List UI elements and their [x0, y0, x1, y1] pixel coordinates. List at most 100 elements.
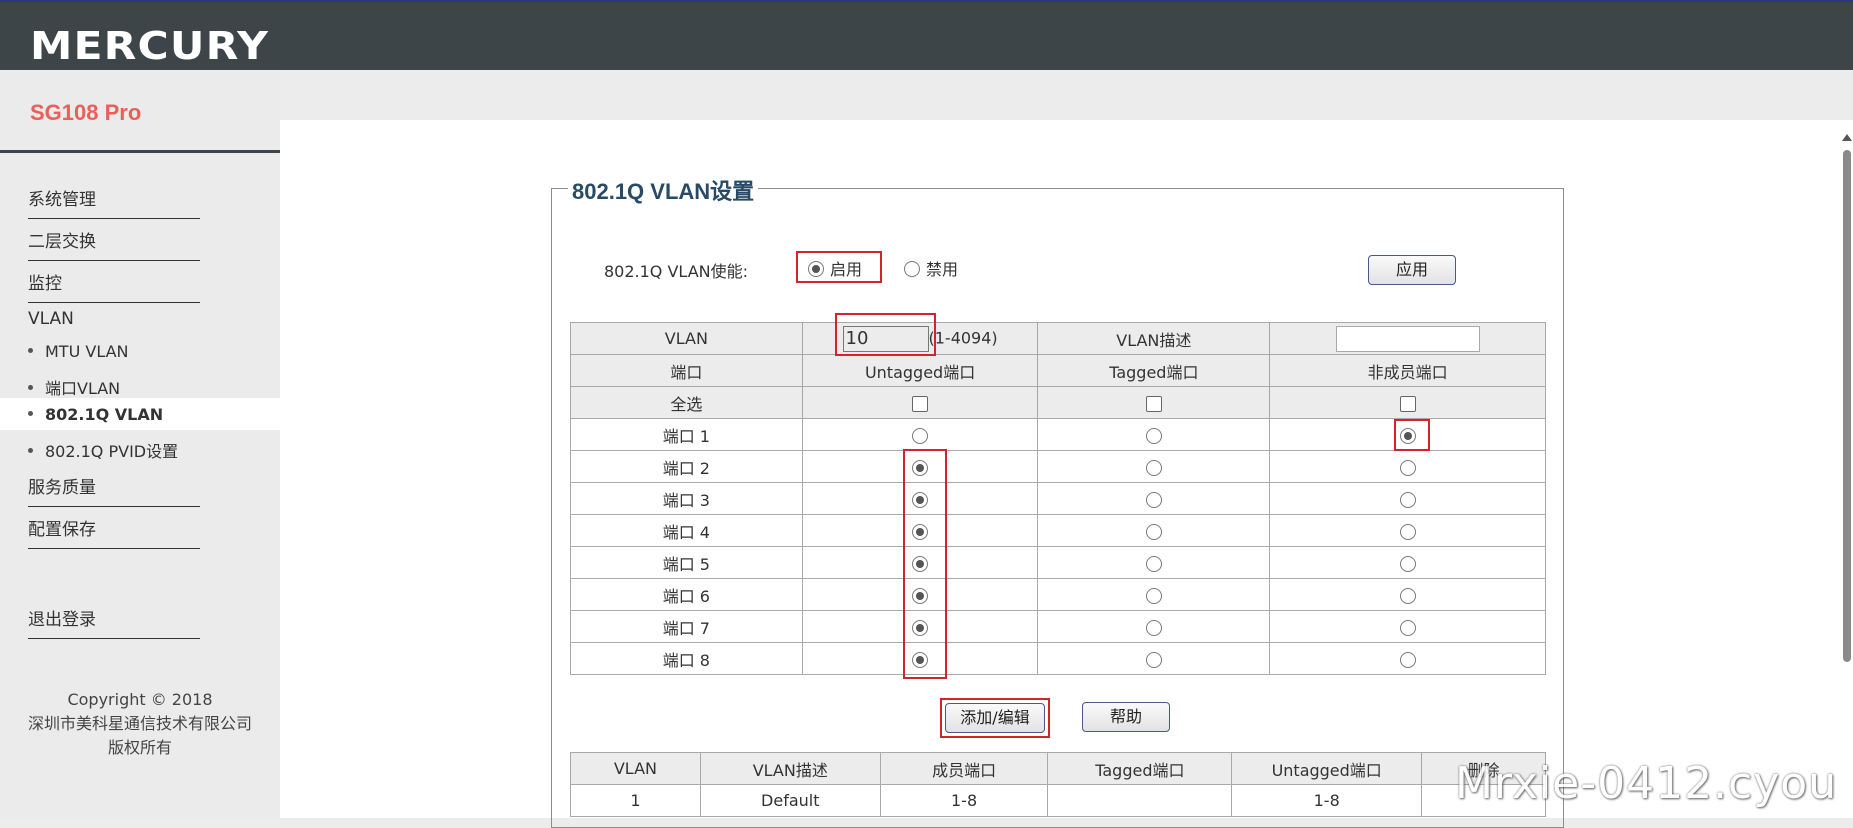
select-all-label: 全选	[570, 386, 803, 419]
sidebar-item-mtu-vlan[interactable]: MTU VLAN	[28, 342, 129, 361]
cell-tagged	[1047, 784, 1233, 817]
table-header-row: VLAN VLAN描述 成员端口 Tagged端口 Untagged端口 删除	[570, 752, 1546, 785]
vlan-id-label: VLAN	[570, 322, 803, 355]
sidebar-item-qos[interactable]: 服务质量	[28, 473, 200, 507]
cell-vlan: 1	[570, 784, 701, 817]
col-untagged: Untagged端口	[1231, 752, 1423, 785]
nonmember-radio[interactable]	[1399, 555, 1416, 572]
nonmember-radio[interactable]	[1399, 491, 1416, 508]
port-row: 端口 7	[570, 610, 1546, 643]
table-row: 1 Default 1-8 1-8	[570, 784, 1546, 817]
bullet-icon	[28, 411, 33, 416]
untagged-header: Untagged端口	[801, 354, 1039, 387]
sidebar: SG108 Pro 系统管理 二层交换 监控 VLAN MTU VLAN 端口V…	[0, 70, 280, 818]
table-header-row: 端口 Untagged端口 Tagged端口 非成员端口	[570, 354, 1546, 387]
sidebar-item-l2-switching[interactable]: 二层交换	[28, 227, 200, 261]
scroll-up-icon[interactable]	[1842, 134, 1852, 141]
cell-desc: Default	[699, 784, 881, 817]
watermark: Mrxie-0412.cyou	[1455, 758, 1838, 809]
port-row: 端口 5	[570, 546, 1546, 579]
port-label: 端口 2	[570, 450, 803, 483]
nonmember-radio[interactable]	[1399, 651, 1416, 668]
port-label: 端口 7	[570, 610, 803, 643]
port-label: 端口 4	[570, 514, 803, 547]
vlan-desc-label: VLAN描述	[1037, 322, 1271, 355]
untagged-radio[interactable]	[912, 555, 929, 572]
port-row: 端口 4	[570, 514, 1546, 547]
sidebar-item-pvid-settings[interactable]: 802.1Q PVID设置	[28, 438, 178, 462]
vlan-list-table: VLAN VLAN描述 成员端口 Tagged端口 Untagged端口 删除 …	[570, 752, 1546, 817]
nonmember-radio[interactable]	[1399, 459, 1416, 476]
brand-logo: MERCURY	[30, 24, 270, 68]
bullet-icon	[28, 385, 33, 390]
port-row: 端口 3	[570, 482, 1546, 515]
port-row: 端口 1	[570, 418, 1546, 451]
disable-radio-option[interactable]: 禁用	[904, 256, 958, 280]
port-label: 端口 5	[570, 546, 803, 579]
panel-title: 802.1Q VLAN设置	[568, 174, 759, 206]
col-tagged: Tagged端口	[1047, 752, 1233, 785]
enable-label: 802.1Q VLAN使能:	[604, 262, 749, 281]
scroll-thumb[interactable]	[1843, 150, 1851, 662]
enable-radio[interactable]	[808, 260, 824, 277]
sidebar-item-port-vlan[interactable]: 端口VLAN	[28, 375, 120, 399]
tagged-header: Tagged端口	[1037, 354, 1271, 387]
tagged-radio[interactable]	[1145, 619, 1162, 636]
sidebar-item-save-config[interactable]: 配置保存	[28, 515, 200, 549]
tagged-radio[interactable]	[1145, 523, 1162, 540]
port-label: 端口 3	[570, 482, 803, 515]
port-row: 端口 8	[570, 642, 1546, 675]
port-label: 端口 1	[570, 418, 803, 451]
sidebar-item-monitor[interactable]: 监控	[28, 269, 200, 303]
select-all-tagged-checkbox[interactable]	[1145, 395, 1162, 412]
nonmember-radio[interactable]	[1399, 523, 1416, 540]
untagged-radio[interactable]	[912, 619, 929, 636]
nonmember-radio[interactable]	[1399, 619, 1416, 636]
nonmember-radio[interactable]	[1399, 427, 1416, 444]
untagged-radio[interactable]	[912, 523, 929, 540]
sidebar-group-vlan[interactable]: VLAN	[28, 309, 74, 329]
disable-radio[interactable]	[904, 260, 920, 277]
cell-untagged: 1-8	[1231, 784, 1423, 817]
add-edit-button[interactable]: 添加/编辑	[945, 703, 1045, 733]
model-name: SG108 Pro	[30, 100, 142, 125]
port-row: 端口 6	[570, 578, 1546, 611]
tagged-radio[interactable]	[1145, 555, 1162, 572]
apply-button[interactable]: 应用	[1368, 255, 1456, 285]
untagged-radio[interactable]	[912, 491, 929, 508]
sidebar-item-logout[interactable]: 退出登录	[28, 605, 200, 639]
vlan-id-cell: 10 (1-4094)	[801, 322, 1039, 355]
untagged-radio[interactable]	[912, 651, 929, 668]
port-label: 端口 6	[570, 578, 803, 611]
tagged-radio[interactable]	[1145, 491, 1162, 508]
tagged-radio[interactable]	[1145, 587, 1162, 604]
copyright: Copyright © 2018 深圳市美科星通信技术有限公司 版权所有	[27, 690, 252, 757]
vlan-id-input[interactable]: 10	[842, 325, 929, 352]
tagged-radio[interactable]	[1145, 459, 1162, 476]
tagged-radio[interactable]	[1145, 427, 1162, 444]
col-members: 成员端口	[879, 752, 1049, 785]
select-all-nonmember-checkbox[interactable]	[1399, 395, 1416, 412]
vlan-desc-cell	[1269, 322, 1546, 355]
vertical-scrollbar[interactable]	[1840, 128, 1853, 818]
cell-members: 1-8	[879, 784, 1049, 817]
vlan-desc-input[interactable]	[1335, 325, 1480, 352]
nonmember-radio[interactable]	[1399, 587, 1416, 604]
enable-radio-option[interactable]: 启用	[808, 256, 862, 280]
col-vlan: VLAN	[570, 752, 701, 785]
untagged-radio[interactable]	[912, 459, 929, 476]
untagged-radio[interactable]	[912, 587, 929, 604]
untagged-radio[interactable]	[912, 427, 929, 444]
bullet-icon	[28, 448, 33, 453]
col-desc: VLAN描述	[699, 752, 881, 785]
tagged-radio[interactable]	[1145, 651, 1162, 668]
sidebar-item-system[interactable]: 系统管理	[28, 185, 200, 219]
select-all-untagged-checkbox[interactable]	[912, 395, 929, 412]
table-row: VLAN 10 (1-4094) VLAN描述	[570, 322, 1546, 355]
vlan-config-table: VLAN 10 (1-4094) VLAN描述 端口 Untagged端口 Tag…	[570, 322, 1546, 675]
sidebar-item-8021q-vlan[interactable]: 802.1Q VLAN	[28, 405, 163, 424]
top-header: MERCURY	[0, 0, 1853, 70]
bullet-icon	[28, 348, 33, 353]
port-label: 端口 8	[570, 642, 803, 675]
help-button[interactable]: 帮助	[1082, 702, 1170, 732]
